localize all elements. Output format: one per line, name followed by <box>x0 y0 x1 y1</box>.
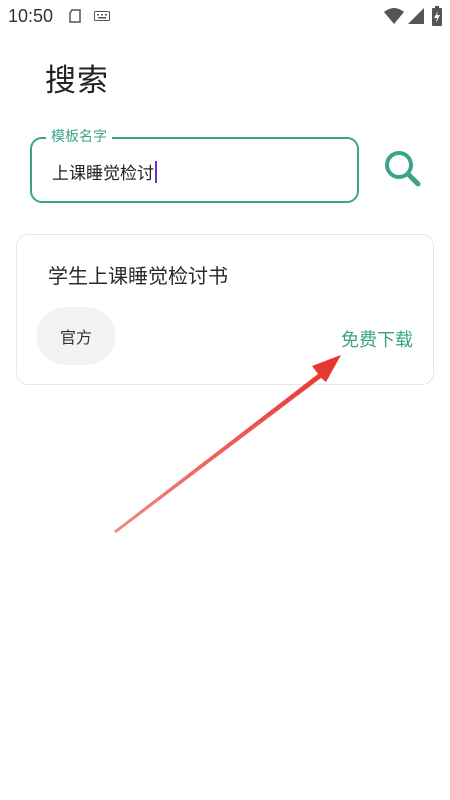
page-title: 搜索 <box>45 63 109 99</box>
template-name-input[interactable]: 上课睡觉检讨 <box>52 159 157 184</box>
keyboard-icon <box>94 11 110 21</box>
signal-icon <box>408 8 424 24</box>
battery-charging-icon <box>432 6 442 26</box>
status-bar: 10:50 <box>0 0 450 34</box>
result-card[interactable]: 学生上课睡觉检讨书 官方 免费下载 <box>16 234 434 385</box>
official-badge: 官方 <box>37 307 115 365</box>
search-icon <box>385 151 421 187</box>
free-download-button[interactable]: 免费下载 <box>341 326 413 352</box>
annotation-arrow <box>114 355 341 533</box>
search-button[interactable] <box>380 146 424 190</box>
wifi-icon <box>384 8 404 24</box>
result-title: 学生上课睡觉检讨书 <box>48 264 228 288</box>
template-name-label: 模板名字 <box>46 128 112 146</box>
search-input-text: 上课睡觉检讨 <box>52 164 154 184</box>
status-time: 10:50 <box>8 6 54 26</box>
text-cursor <box>155 160 157 183</box>
sim-card-icon <box>68 9 82 23</box>
template-name-field[interactable]: 模板名字 上课睡觉检讨 <box>30 128 359 203</box>
